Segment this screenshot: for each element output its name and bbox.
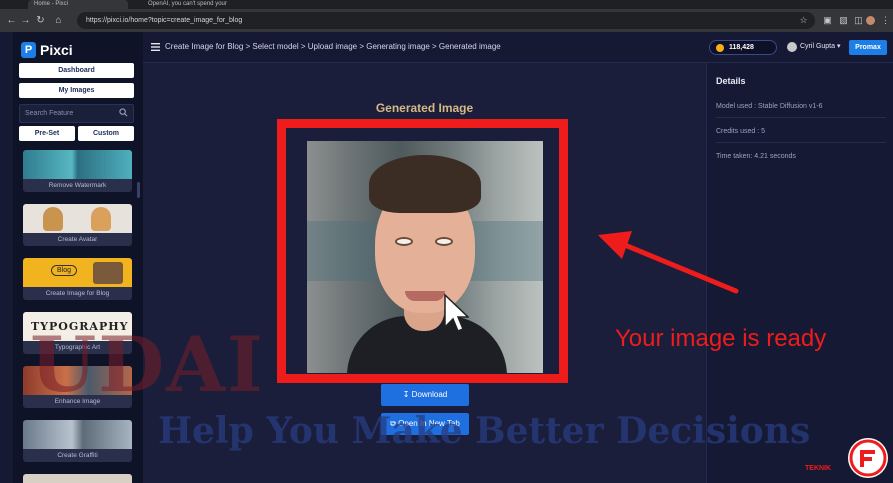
highlight-box <box>277 119 568 383</box>
feature-remove-watermark[interactable]: Remove Watermark <box>23 150 132 192</box>
reload-icon[interactable]: ↻ <box>34 14 47 27</box>
coin-icon <box>716 44 724 52</box>
feature-create-graffiti[interactable]: Create Graffiti <box>23 420 132 462</box>
annotation-text: Your image is ready <box>615 325 827 352</box>
download-button[interactable]: ↧ Download <box>381 384 469 406</box>
pixci-logo-icon: P <box>21 42 36 58</box>
feature-thumbnail <box>23 420 132 449</box>
sidebar: P Pixci Dashboard My Images Search Featu… <box>13 32 143 483</box>
watermark-tagline: Help You Make Better Decisions <box>158 410 811 452</box>
tab-title: OpenAI, you can't spend your <box>148 1 227 7</box>
logo-text: Pixci <box>40 42 73 58</box>
detail-credits-used: Credits used : 5 <box>716 128 886 143</box>
feature-thumbnail <box>23 474 132 483</box>
feature-create-image-blog[interactable]: Blog Create Image for Blog <box>23 258 132 300</box>
corner-brand: TEKNIK <box>805 465 832 472</box>
search-feature-input[interactable]: Search Feature <box>19 104 134 123</box>
home-icon[interactable]: ⌂ <box>52 14 65 27</box>
search-icon <box>119 108 128 117</box>
page-title: Generated Image <box>375 101 474 115</box>
feature-thumbnail <box>23 150 132 179</box>
puzzle-icon[interactable]: ▧ <box>837 14 850 27</box>
blog-thumb-text: Blog <box>51 265 77 276</box>
browser-tab-bar: Home - Pixci OpenAI, you can't spend you… <box>0 0 893 9</box>
feature-label: Remove Watermark <box>23 179 132 192</box>
feature-label: Create Image for Blog <box>23 287 132 300</box>
pointer-arrow-icon <box>598 231 739 294</box>
detail-time-taken: Time taken: 4.21 seconds <box>716 153 796 160</box>
credits-value: 118,428 <box>729 44 754 51</box>
my-images-button[interactable]: My Images <box>19 83 134 98</box>
preset-tab[interactable]: Pre-Set <box>19 126 75 141</box>
browser-toolbar: ← → ↻ ⌂ https://pixci.io/home?topic=crea… <box>0 9 893 32</box>
feature-label: Create Avatar <box>23 233 132 246</box>
search-placeholder: Search Feature <box>25 110 74 117</box>
watermark-brand: UDAI <box>30 320 265 409</box>
credits-badge[interactable]: 118,428 <box>709 40 777 55</box>
details-title: Details <box>716 76 746 86</box>
browser-tab-article[interactable]: OpenAI, you can't spend your <box>142 0 237 9</box>
bookmark-star-icon[interactable]: ☆ <box>797 14 810 27</box>
download-label: Download <box>411 390 448 399</box>
extension-icon[interactable]: ▣ <box>821 14 834 27</box>
feature-card-partial[interactable] <box>23 474 132 483</box>
browser-menu-icon[interactable]: ⋮ <box>879 14 892 27</box>
sidebar-scrollbar[interactable] <box>137 182 140 198</box>
avatar[interactable] <box>787 42 797 52</box>
feature-thumbnail: Blog <box>23 258 132 287</box>
plan-button[interactable]: Promax <box>849 40 887 55</box>
hamburger-menu-icon[interactable] <box>151 43 160 51</box>
feature-thumbnail <box>23 204 132 233</box>
user-menu[interactable]: Cyril Gupta ▾ <box>800 42 840 50</box>
tab-title: Home - Pixci <box>34 1 69 7</box>
browser-tab-pixci[interactable]: Home - Pixci <box>28 0 128 9</box>
app-logo[interactable]: P Pixci <box>21 40 73 60</box>
channel-logo-icon <box>848 438 888 478</box>
breadcrumb: Create Image for Blog > Select model > U… <box>165 42 501 51</box>
back-icon[interactable]: ← <box>5 14 18 27</box>
feature-label: Create Graffiti <box>23 449 132 462</box>
dashboard-button[interactable]: Dashboard <box>19 63 134 78</box>
address-bar[interactable]: https://pixci.io/home?topic=create_image… <box>77 12 815 29</box>
screen: Home - Pixci OpenAI, you can't spend you… <box>0 0 893 483</box>
profile-icon[interactable] <box>864 14 877 27</box>
detail-model-used: Model used : Stable Diffusion v1-6 <box>716 103 886 118</box>
username: Cyril Gupta <box>800 43 836 50</box>
custom-tab[interactable]: Custom <box>78 126 134 141</box>
app-header: Create Image for Blog > Select model > U… <box>143 32 893 63</box>
feature-create-avatar[interactable]: Create Avatar <box>23 204 132 246</box>
forward-icon[interactable]: → <box>19 14 32 27</box>
chevron-down-icon: ▾ <box>836 43 841 50</box>
download-icon: ↧ <box>402 390 410 399</box>
url-text: https://pixci.io/home?topic=create_image… <box>86 17 243 24</box>
